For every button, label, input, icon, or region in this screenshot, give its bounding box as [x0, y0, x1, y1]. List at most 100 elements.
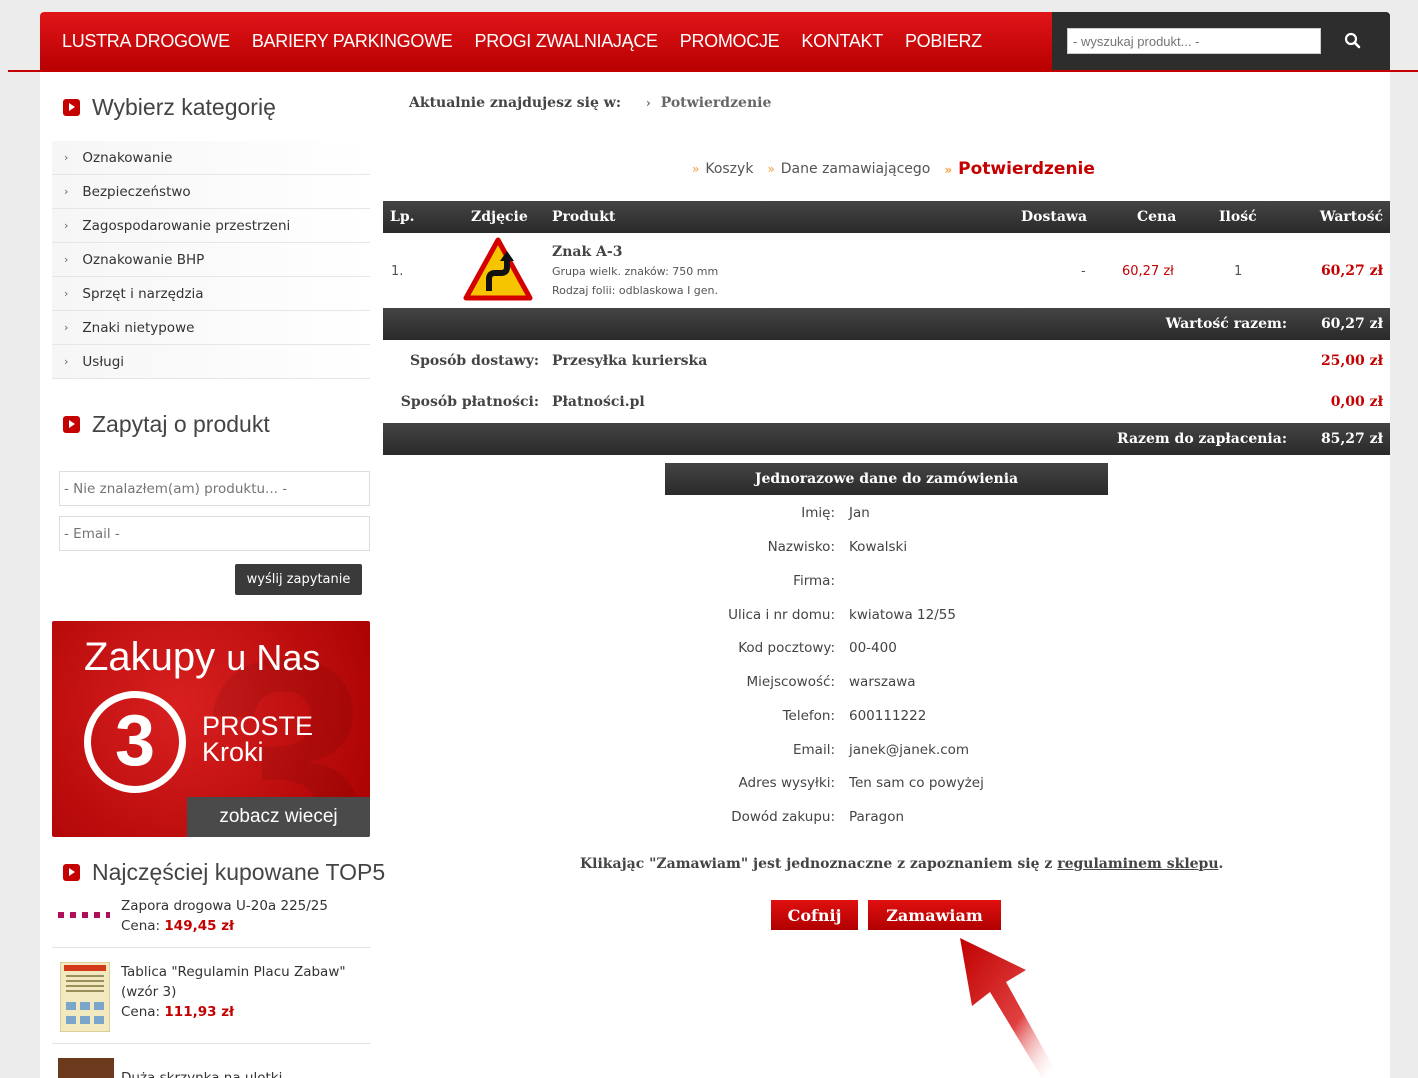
nav-progi-zwalniajace[interactable]: PROGI ZWALNIAJĄCE	[474, 31, 658, 52]
main-menu: LUSTRA DROGOWE BARIERY PARKINGOWE PROGI …	[62, 12, 1004, 70]
category-label: Usługi	[82, 353, 125, 370]
send-inquiry-button[interactable]: wyślij zapytanie	[235, 564, 362, 595]
category-zagospodarowanie[interactable]: › Zagospodarowanie przestrzeni	[52, 209, 370, 243]
price-value: 111,93 zł	[164, 1004, 235, 1020]
product-attribute: Rodzaj folii: odblaskowa I gen.	[552, 284, 719, 297]
category-uslugi[interactable]: › Usługi	[52, 345, 370, 379]
field-value: janek@janek.com	[849, 742, 970, 758]
top5-item[interactable]: Tablica "Regulamin Placu Zabaw" (wzór 3)…	[52, 962, 370, 1044]
field-value: 600111222	[849, 708, 927, 724]
category-label: Oznakowanie	[82, 149, 173, 166]
field-value: kwiatowa 12/55	[849, 607, 956, 623]
back-button[interactable]: Cofnij	[771, 900, 858, 930]
categories-heading: Wybierz kategorię	[63, 94, 276, 121]
field-value: Ten sam co powyżej	[849, 775, 984, 791]
field-row: Dowód zakupu: Paragon	[600, 809, 1200, 831]
field-value: Paragon	[849, 809, 905, 825]
col-qty: Ilość	[1219, 209, 1257, 225]
category-oznakowanie-bhp[interactable]: › Oznakowanie BHP	[52, 243, 370, 277]
payment-line: Sposób płatności: Płatności.pl 0,00 zł	[383, 394, 1390, 418]
price-value: 149,45 zł	[164, 918, 235, 934]
col-lp: Lp.	[390, 209, 415, 225]
search-input[interactable]	[1067, 28, 1321, 54]
breadcrumb-current[interactable]: Potwierdzenie	[646, 95, 771, 111]
field-row: Firma:	[600, 573, 1200, 595]
top5-item-name: Duża skrzynka na ulotki	[121, 1070, 283, 1078]
ask-product-input[interactable]	[59, 471, 370, 506]
terms-notice: Klikając "Zamawiam" jest jednoznaczne z …	[580, 856, 1223, 872]
pointer-arrow-icon	[960, 938, 1055, 1078]
top5-item-name: Tablica "Regulamin Placu Zabaw" (wzór 3)	[121, 964, 346, 1000]
category-bezpieczenstwo[interactable]: › Bezpieczeństwo	[52, 175, 370, 209]
field-row: Ulica i nr domu: kwiatowa 12/55	[600, 607, 1200, 629]
row-price: 60,27 zł	[1122, 264, 1174, 279]
chevron-right-icon: ›	[64, 151, 69, 164]
field-value: Jan	[849, 505, 870, 521]
subtotal-label: Wartość razem:	[1165, 316, 1287, 332]
banner-word1: Zakupy	[84, 635, 216, 679]
row-value: 60,27 zł	[1320, 263, 1383, 279]
top5-item[interactable]: Duża skrzynka na ulotki	[52, 1058, 370, 1078]
total-label: Razem do zapłacenia:	[1116, 431, 1287, 447]
order-button[interactable]: Zamawiam	[868, 900, 1001, 930]
category-sprzet[interactable]: › Sprzęt i narzędzia	[52, 277, 370, 311]
search-icon[interactable]	[1344, 32, 1362, 50]
field-row: Email: janek@janek.com	[600, 742, 1200, 764]
top5-item[interactable]: Zapora drogowa U-20a 225/25 Cena: 149,45…	[52, 896, 370, 948]
top5-item-info: Zapora drogowa U-20a 225/25 Cena: 149,45…	[121, 896, 361, 936]
checkout-steps: Koszyk Dane zamawiającego Potwierdzenie	[692, 159, 1109, 179]
field-row: Nazwisko: Kowalski	[600, 539, 1200, 561]
product-attribute: Grupa wielk. znaków: 750 mm	[552, 265, 719, 278]
three-steps-banner[interactable]: 3 Zakupy u Nas 3 PROSTE Kroki zobacz wiec…	[52, 621, 370, 837]
product-name[interactable]: Znak A-3	[552, 244, 622, 260]
field-label: Adres wysyłki:	[738, 775, 835, 791]
subtotal-value: 60,27 zł	[1320, 316, 1383, 332]
nav-bariery-parkingowe[interactable]: BARIERY PARKINGOWE	[252, 31, 453, 52]
nav-kontakt[interactable]: KONTAKT	[801, 31, 883, 52]
nav-lustra-drogowe[interactable]: LUSTRA DROGOWE	[62, 31, 230, 52]
category-label: Zagospodarowanie przestrzeni	[82, 217, 291, 234]
category-oznakowanie[interactable]: › Oznakowanie	[52, 141, 370, 175]
shipping-method: Przesyłka kurierska	[552, 353, 708, 369]
top5-item-info: Tablica "Regulamin Placu Zabaw" (wzór 3)…	[121, 962, 361, 1022]
payment-label: Sposób płatności:	[400, 394, 539, 410]
step-dane-zamawiajacego[interactable]: Dane zamawiającego	[767, 161, 931, 177]
field-label: Nazwisko:	[767, 539, 835, 555]
ask-heading: Zapytaj o produkt	[63, 411, 270, 438]
top5-item-price: Cena: 111,93 zł	[121, 1002, 361, 1022]
ask-email-input[interactable]	[59, 516, 370, 551]
chevron-right-icon: ›	[64, 185, 69, 198]
total-value: 85,27 zł	[1320, 431, 1383, 447]
chevron-right-icon: ›	[64, 355, 69, 368]
field-label: Kod pocztowy:	[738, 640, 835, 656]
nav-pobierz[interactable]: POBIERZ	[905, 31, 982, 52]
banner-word2: u Nas	[226, 637, 321, 678]
heading-bullet-icon	[63, 864, 80, 881]
field-row: Imię: Jan	[600, 505, 1200, 527]
category-label: Bezpieczeństwo	[82, 183, 191, 200]
col-value: Wartość	[1319, 209, 1383, 225]
mailbox-thumbnail-icon	[58, 1058, 114, 1078]
price-label: Cena:	[121, 1004, 161, 1020]
field-value: 00-400	[849, 640, 897, 656]
banner-line1: PROSTE	[202, 711, 314, 741]
see-more-button[interactable]: zobacz wiecej	[187, 797, 370, 837]
step-koszyk[interactable]: Koszyk	[692, 161, 753, 177]
price-label: Cena:	[121, 918, 161, 934]
top5-item-info: Duża skrzynka na ulotki	[121, 1068, 361, 1078]
top5-title: Najczęściej kupowane TOP5	[92, 859, 386, 885]
field-row: Telefon: 600111222	[600, 708, 1200, 730]
terms-link[interactable]: regulaminem sklepu	[1057, 856, 1218, 872]
col-delivery: Dostawa	[1021, 209, 1088, 225]
ask-title: Zapytaj o produkt	[92, 411, 270, 437]
warning-sign-a3-icon[interactable]	[463, 237, 533, 301]
row-lp: 1.	[391, 264, 404, 279]
nav-promocje[interactable]: PROMOCJE	[680, 31, 780, 52]
barrier-thumbnail-icon	[58, 912, 110, 918]
top5-item-price: Cena: 149,45 zł	[121, 916, 361, 936]
header-divider	[8, 70, 1418, 72]
category-znaki-nietypowe[interactable]: › Znaki nietypowe	[52, 311, 370, 345]
chevron-right-icon: ›	[64, 253, 69, 266]
categories-title: Wybierz kategorię	[92, 94, 276, 120]
chevron-right-icon: ›	[64, 287, 69, 300]
